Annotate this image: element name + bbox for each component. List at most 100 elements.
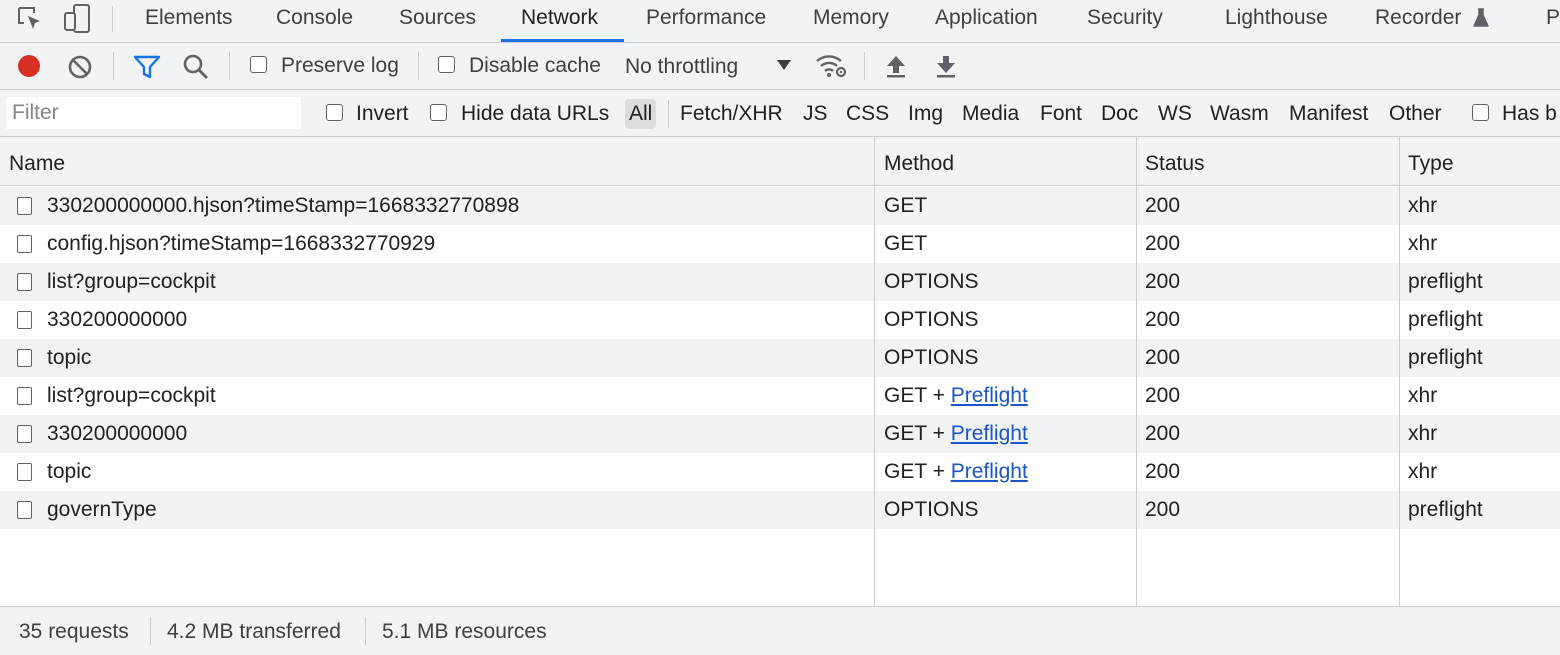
type-filter-css[interactable]: CSS	[846, 99, 889, 129]
inspect-element-icon[interactable]	[16, 5, 44, 33]
request-name: 330200000000.hjson?timeStamp=16683327708…	[47, 194, 520, 217]
request-name: 330200000000	[47, 308, 188, 331]
preflight-link[interactable]: Preflight	[951, 384, 1028, 407]
request-method: GET + Preflight	[884, 453, 1028, 491]
method-text: OPTIONS	[884, 498, 979, 521]
disable-cache-checkbox[interactable]	[438, 56, 455, 73]
clear-icon[interactable]	[67, 54, 93, 80]
type-filter-wasm[interactable]: Wasm	[1210, 99, 1269, 129]
request-status: 200	[1145, 384, 1181, 407]
table-row[interactable]: topic GET + Preflight 200 xhr	[0, 453, 1560, 491]
document-icon	[17, 463, 32, 481]
type-filter-img[interactable]: Img	[908, 99, 943, 129]
resources-size: 5.1 MB resources	[382, 620, 547, 643]
tab-recorder[interactable]: Recorder	[1375, 0, 1461, 42]
import-har-icon[interactable]	[884, 53, 908, 79]
request-method: GET	[884, 187, 927, 225]
table-row[interactable]: 330200000000.hjson?timeStamp=16683327708…	[0, 187, 1560, 225]
tab-network[interactable]: Network	[521, 0, 598, 42]
invert-checkbox[interactable]	[326, 104, 343, 121]
table-row[interactable]: topic OPTIONS 200 preflight	[0, 339, 1560, 377]
request-name: 330200000000	[47, 422, 188, 445]
type-filter-other[interactable]: Other	[1389, 99, 1442, 129]
request-method: OPTIONS	[884, 263, 979, 301]
method-text: GET +	[884, 460, 951, 483]
preflight-link[interactable]: Preflight	[951, 460, 1028, 483]
type-filter-font[interactable]: Font	[1040, 99, 1082, 129]
hide-data-urls-checkbox[interactable]	[430, 104, 447, 121]
tab-overflow[interactable]: P	[1546, 0, 1560, 42]
transferred-size: 4.2 MB transferred	[167, 620, 341, 643]
disable-cache-label: Disable cache	[469, 54, 601, 77]
request-status: 200	[1145, 346, 1181, 369]
table-header-row	[0, 137, 1560, 186]
device-toolbar-icon[interactable]	[62, 3, 92, 35]
column-divider[interactable]	[874, 137, 875, 606]
tab-elements[interactable]: Elements	[145, 0, 233, 42]
request-name: governType	[47, 498, 157, 521]
tab-application[interactable]: Application	[935, 0, 1038, 42]
preflight-link[interactable]: Preflight	[951, 422, 1028, 445]
filter-input[interactable]	[6, 97, 301, 129]
request-status: 200	[1145, 308, 1181, 331]
filter-icon[interactable]	[133, 54, 161, 80]
column-header-method[interactable]: Method	[884, 152, 954, 176]
type-filter-js[interactable]: JS	[803, 99, 828, 129]
tab-memory[interactable]: Memory	[813, 0, 889, 42]
type-filter-media[interactable]: Media	[962, 99, 1019, 129]
method-text: OPTIONS	[884, 308, 979, 331]
network-conditions-icon[interactable]	[814, 52, 848, 80]
table-row[interactable]: 330200000000 OPTIONS 200 preflight	[0, 301, 1560, 339]
type-filter-manifest[interactable]: Manifest	[1289, 99, 1368, 129]
column-divider[interactable]	[1136, 137, 1137, 606]
type-filter-ws[interactable]: WS	[1158, 99, 1192, 129]
request-name: config.hjson?timeStamp=1668332770929	[47, 232, 436, 255]
preserve-log-checkbox[interactable]	[250, 56, 267, 73]
column-header-name[interactable]: Name	[9, 152, 65, 176]
hide-data-urls-label: Hide data URLs	[461, 102, 610, 125]
tab-security[interactable]: Security	[1087, 0, 1163, 42]
request-type: xhr	[1408, 232, 1438, 255]
document-icon	[17, 311, 32, 329]
request-type: preflight	[1408, 346, 1483, 369]
column-header-status[interactable]: Status	[1145, 152, 1205, 176]
request-count: 35 requests	[19, 620, 129, 643]
request-name: list?group=cockpit	[47, 384, 216, 407]
type-filter-fetch-xhr[interactable]: Fetch/XHR	[680, 99, 783, 129]
column-divider[interactable]	[1399, 137, 1400, 606]
request-type: preflight	[1408, 498, 1483, 521]
chevron-down-icon[interactable]	[776, 59, 792, 71]
experimental-flask-icon	[1473, 8, 1489, 27]
export-har-icon[interactable]	[934, 53, 958, 79]
tab-performance[interactable]: Performance	[646, 0, 766, 42]
request-type: preflight	[1408, 270, 1483, 293]
document-icon	[17, 235, 32, 253]
table-row[interactable]: list?group=cockpit OPTIONS 200 preflight	[0, 263, 1560, 301]
type-filter-doc[interactable]: Doc	[1101, 99, 1138, 129]
type-filter-all[interactable]: All	[625, 99, 657, 129]
table-row[interactable]: 330200000000 GET + Preflight 200 xhr	[0, 415, 1560, 453]
document-icon	[17, 387, 32, 405]
tab-console[interactable]: Console	[276, 0, 353, 42]
document-icon	[17, 501, 32, 519]
throttling-select[interactable]: No throttling	[625, 55, 738, 79]
method-text: OPTIONS	[884, 346, 979, 369]
column-header-type[interactable]: Type	[1408, 152, 1454, 176]
document-icon	[17, 349, 32, 367]
search-icon[interactable]	[182, 53, 210, 81]
request-method: OPTIONS	[884, 339, 979, 377]
request-status: 200	[1145, 498, 1181, 521]
table-row[interactable]: config.hjson?timeStamp=1668332770929 GET 2…	[0, 225, 1560, 263]
request-type: xhr	[1408, 194, 1438, 217]
request-method: OPTIONS	[884, 491, 979, 529]
table-row[interactable]: list?group=cockpit GET + Preflight 200 xhr	[0, 377, 1560, 415]
tab-lighthouse[interactable]: Lighthouse	[1225, 0, 1328, 42]
request-status: 200	[1145, 232, 1181, 255]
has-blocked-cookies-label: Has b	[1502, 102, 1557, 125]
record-button[interactable]	[16, 53, 42, 79]
document-icon	[17, 425, 32, 443]
table-row[interactable]: governType OPTIONS 200 preflight	[0, 491, 1560, 529]
toolbar-separator	[418, 52, 419, 80]
tab-sources[interactable]: Sources	[399, 0, 476, 42]
has-blocked-cookies-checkbox[interactable]	[1472, 104, 1489, 121]
